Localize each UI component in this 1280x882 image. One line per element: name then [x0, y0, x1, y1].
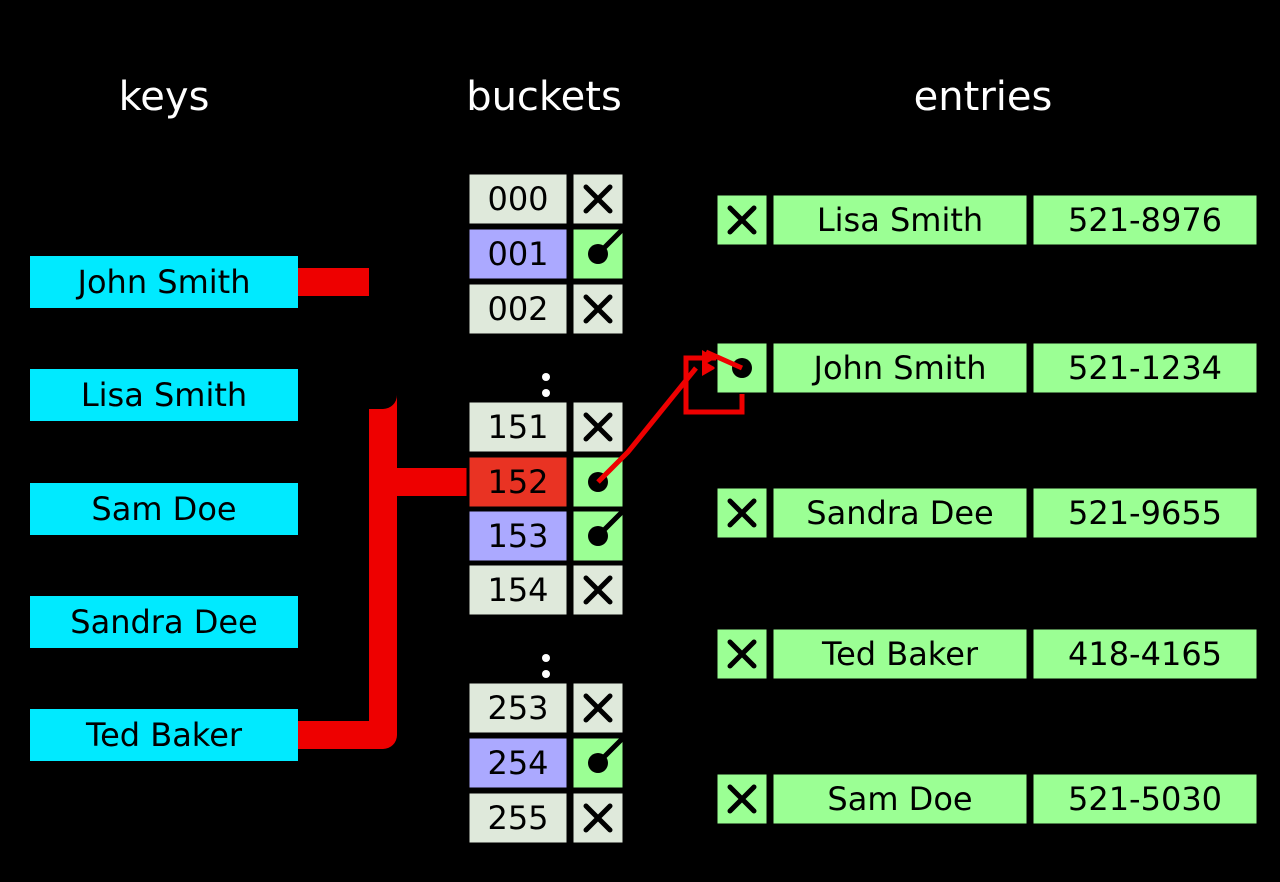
ellipsis-icon [542, 373, 550, 381]
bucket: 002 [468, 283, 624, 335]
entry-name: Lisa Smith [817, 201, 983, 239]
entry: Sam Doe 521-5030 [716, 773, 1258, 825]
entry: Ted Baker 418-4165 [716, 628, 1258, 680]
entry-name: Ted Baker [821, 635, 979, 673]
key-label: Sandra Dee [70, 603, 257, 641]
bucket-index: 154 [487, 571, 548, 609]
bucket-index: 254 [487, 744, 548, 782]
bucket-index: 152 [487, 463, 548, 501]
header-buckets: buckets [466, 74, 622, 120]
bucket-index: 151 [487, 408, 548, 446]
key: Lisa Smith [30, 369, 298, 421]
key-label: Sam Doe [91, 490, 236, 528]
bucket: 253 [468, 682, 624, 734]
entry: Sandra Dee 521-9655 [716, 487, 1258, 539]
ellipsis-icon [542, 654, 550, 662]
entry-value: 418-4165 [1068, 635, 1222, 673]
bucket-index: 153 [487, 517, 548, 555]
key-label: Lisa Smith [81, 376, 247, 414]
bucket-index: 001 [487, 235, 548, 273]
entry-value: 521-9655 [1068, 494, 1222, 532]
entry: John Smith 521-1234 [716, 342, 1258, 394]
bucket-index: 002 [487, 290, 548, 328]
key-label: Ted Baker [85, 716, 243, 754]
entry: Lisa Smith 521-8976 [716, 194, 1258, 246]
key: Sam Doe [30, 483, 298, 535]
entry-name: Sam Doe [827, 780, 972, 818]
overflow-arrow [734, 539, 750, 628]
bucket: 154 [468, 564, 624, 616]
entry-name: John Smith [812, 349, 987, 387]
entry-value: 521-1234 [1068, 349, 1222, 387]
key: Sandra Dee [30, 596, 298, 648]
key: Ted Baker [30, 709, 298, 761]
header-keys: keys [119, 74, 210, 120]
bucket: 000 [468, 173, 624, 225]
entry-value: 521-8976 [1068, 201, 1222, 239]
bucket: 151 [468, 401, 624, 453]
key-label: John Smith [76, 263, 251, 301]
bucket: 255 [468, 792, 624, 844]
entry-name: Sandra Dee [806, 494, 993, 532]
key: John Smith [30, 256, 298, 308]
bucket-index: 255 [487, 799, 548, 837]
entry-value: 521-5030 [1068, 780, 1222, 818]
header-entries: entries [914, 74, 1053, 120]
bucket-index: 000 [487, 180, 548, 218]
bucket-index: 253 [487, 689, 548, 727]
